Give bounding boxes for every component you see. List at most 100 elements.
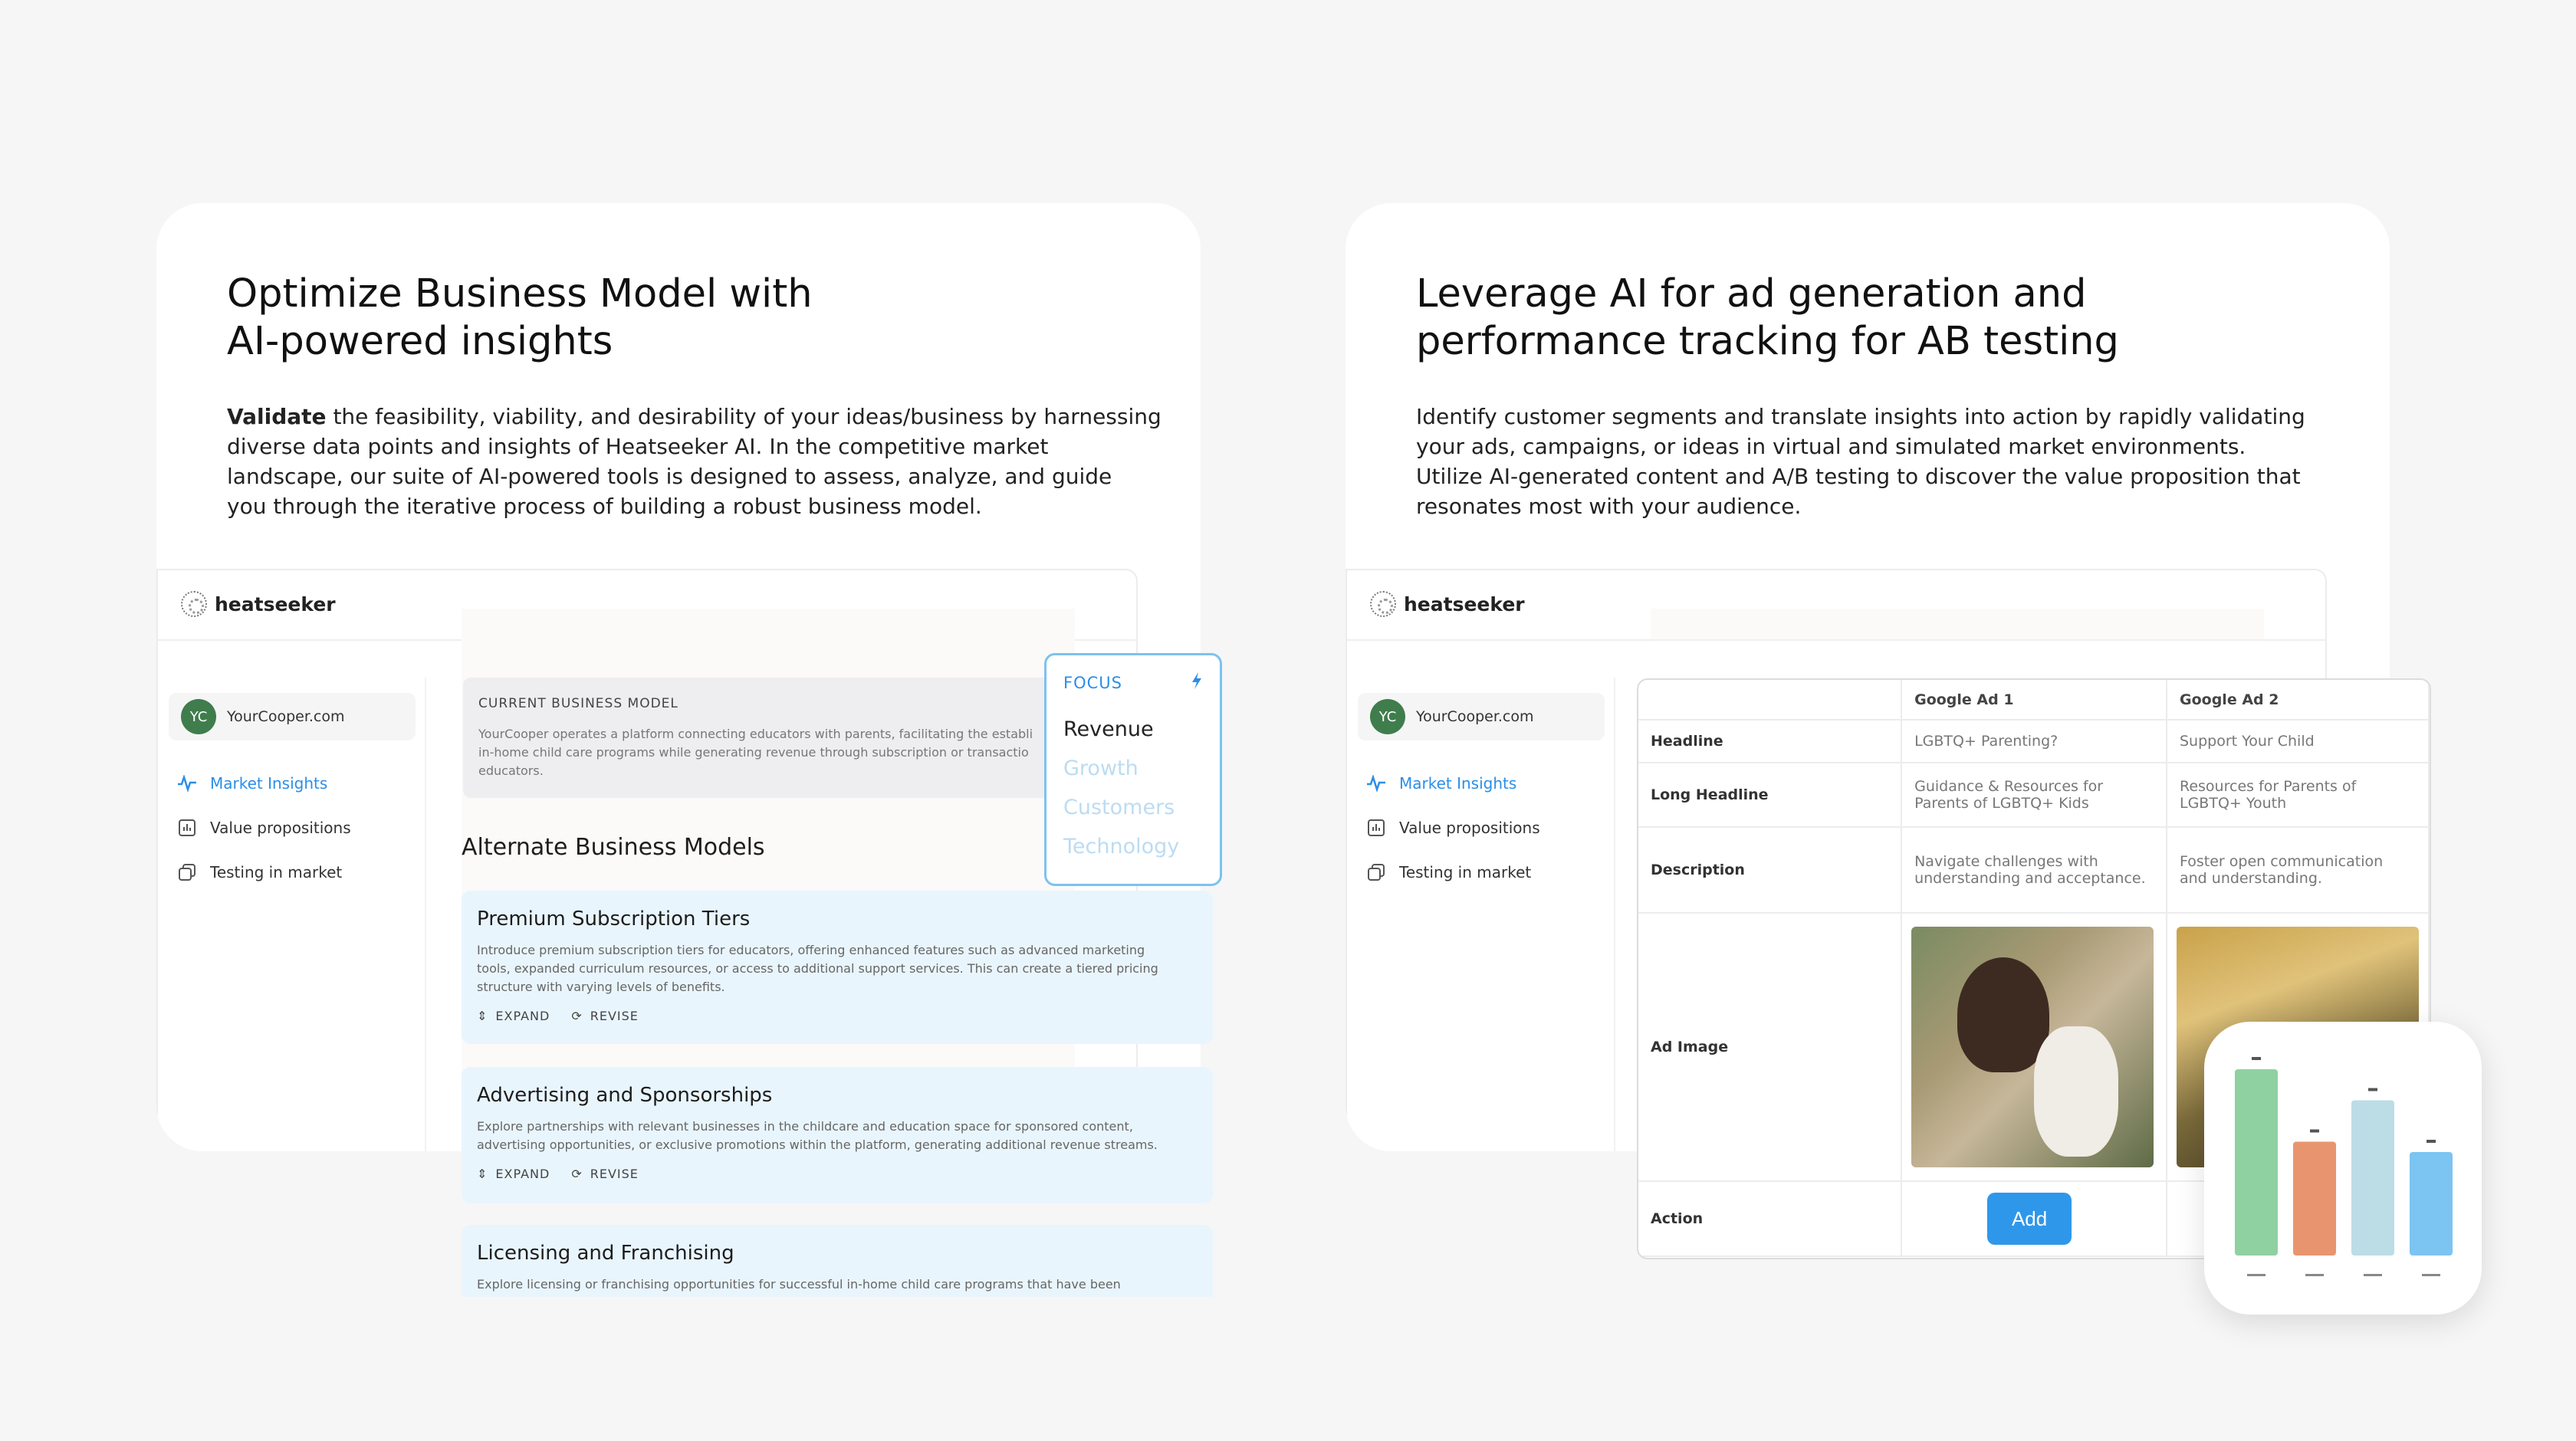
para-line: Utilize AI-generated content and A/B tes… [1416,464,2301,489]
chart-bar [2410,1152,2453,1256]
focus-option[interactable]: Customers [1063,796,1203,819]
para-line: Identify customer segments and translate… [1416,404,2305,429]
sidebar-item-testing-in-market[interactable]: Testing in market [1365,862,1531,883]
card-title: Licensing and Franchising [477,1242,734,1265]
panel-description: Identify customer segments and translate… [1416,402,2305,521]
focus-label: FOCUS [1063,673,1122,692]
revise-label: REVISE [590,1167,639,1181]
sidebar-item-market-insights[interactable]: Market Insights [1365,773,1516,794]
logo[interactable]: heatseeker [1370,591,1525,617]
row-label: Long Headline [1638,763,1903,828]
heatseeker-logo-icon [1370,591,1396,617]
pulse-icon [1365,773,1387,794]
cell-line: understanding and acceptance. [1914,870,2146,887]
card-actions: ⇕ EXPAND ⟳ REVISE [477,1009,1198,1023]
headline-line: performance tracking for AB testing [1416,319,2119,364]
row-label: Description [1638,827,1903,914]
sidebar-item-value-propositions[interactable]: Value propositions [1365,817,1540,839]
refresh-icon: ⟳ [571,1167,583,1181]
bar-value-label [2252,1057,2261,1060]
table-cell: LGBTQ+ Parenting? [1901,720,2167,763]
avatar: YC [1370,699,1405,734]
column-header [1638,680,1903,720]
para-line: diverse data points and insights of Heat… [227,434,1049,459]
cell-line: Foster open communication [2180,853,2384,870]
focus-dropdown[interactable]: FOCUS Revenue Growth Customers Technolog… [1044,653,1222,886]
model-card[interactable]: Premium Subscription Tiers Introduce pre… [462,891,1213,1044]
card-desc-line: advertising opportunities, or exclusive … [477,1137,1158,1152]
card-title: Advertising and Sponsorships [477,1084,773,1107]
para-line: your ads, campaigns, or ideas in virtual… [1416,434,2246,459]
cell-line: Guidance & Resources for [1914,778,2104,795]
mini-chart-card [2204,1022,2482,1315]
company-name: YourCooper.com [1416,708,1534,725]
card-desc: Introduce premium subscription tiers for… [477,941,1198,996]
card-desc: Explore licensing or franchising opportu… [477,1275,1198,1294]
table-cell: Support Your Child [2167,720,2430,763]
expand-button[interactable]: ⇕ EXPAND [477,1009,550,1023]
cell-line: Resources for Parents of [2180,778,2357,795]
card-desc-line: Explore licensing or franchising opportu… [477,1277,1121,1292]
model-card[interactable]: Advertising and Sponsorships Explore par… [462,1067,1213,1203]
bar-category-label [2364,1274,2382,1276]
refresh-icon: ⟳ [571,1009,583,1023]
headline-line: Leverage AI for ad generation and [1416,271,2087,317]
card-desc: Explore partnerships with relevant busin… [477,1118,1198,1154]
table-cell: Add [1901,1181,2167,1257]
expand-icon: ⇕ [477,1009,488,1023]
cell-line: LGBTQ+ Youth [2180,795,2287,812]
logo-text: heatseeker [1404,592,1525,615]
focus-option[interactable]: Revenue [1063,717,1203,741]
bar-category-label [2247,1274,2266,1276]
add-button[interactable]: Add [1987,1193,2072,1245]
sidebar: YC YourCooper.com Market Insights Value … [1347,678,1615,1151]
revise-button[interactable]: ⟳ REVISE [571,1009,639,1023]
para-line: resonates most with your audience. [1416,494,1802,519]
table-row: Long Headline Guidance & Resources for Pa… [1638,763,2430,828]
row-label: Ad Image [1638,913,1903,1182]
cell-line: Navigate challenges with [1914,853,2098,870]
card-title: Premium Subscription Tiers [477,908,751,931]
row-label: Headline [1638,720,1903,763]
headline-line: Optimize Business Model with [227,271,813,317]
card-desc-line: tools, expanded curriculum resources, or… [477,961,1158,976]
copy-icon [1365,862,1387,883]
chart-bar [2351,1100,2394,1256]
revise-label: REVISE [590,1009,639,1023]
bar-value-label [2426,1140,2436,1143]
table-cell: Navigate challenges with understanding an… [1901,827,2167,914]
expand-button[interactable]: ⇕ EXPAND [477,1167,550,1181]
panel-description: Validate the feasibility, viability, and… [227,402,1162,521]
column-header: Google Ad 1 [1901,680,2167,720]
bar-category-label [2305,1274,2324,1276]
table-cell: Foster open communication and understandi… [2167,827,2430,914]
table-row: Headline LGBTQ+ Parenting? Support Your … [1638,720,2430,763]
ad-image[interactable] [1911,927,2154,1167]
para-line: landscape, our suite of AI-powered tools… [227,464,1112,489]
company-switcher[interactable]: YC YourCooper.com [1358,693,1605,740]
column-header: Google Ad 2 [2167,680,2430,720]
card-actions: ⇕ EXPAND ⟳ REVISE [477,1167,1198,1181]
table-row: Description Navigate challenges with unde… [1638,827,2430,914]
current-model-title: CURRENT BUSINESS MODEL [478,696,678,711]
card-desc-line: Explore partnerships with relevant busin… [477,1119,1133,1134]
panel-headline: Leverage AI for ad generation and perfor… [1416,271,2119,366]
focus-option[interactable]: Growth [1063,757,1203,780]
bar-value-label [2310,1129,2319,1133]
para-line: you through the iterative process of bui… [227,494,982,519]
bar-value-label [2368,1088,2377,1091]
focus-option[interactable]: Technology [1063,835,1203,858]
current-model-line: in-home child care programs while genera… [478,745,1029,760]
alternate-models-title: Alternate Business Models [462,834,765,861]
model-card[interactable]: Licensing and Franchising Explore licens… [462,1225,1213,1297]
revise-button[interactable]: ⟳ REVISE [571,1167,639,1181]
mini-bar-chart [2235,1057,2453,1276]
chart-bar [2235,1069,2278,1256]
expand-icon: ⇕ [477,1167,488,1181]
table-cell: Resources for Parents of LGBTQ+ Youth [2167,763,2430,828]
bar-chart-icon [1365,817,1387,839]
sidebar-item-label: Testing in market [1399,863,1532,881]
row-label: Action [1638,1181,1903,1257]
cell-line: and understanding. [2180,870,2322,887]
table-cell: Guidance & Resources for Parents of LGBTQ… [1901,763,2167,828]
